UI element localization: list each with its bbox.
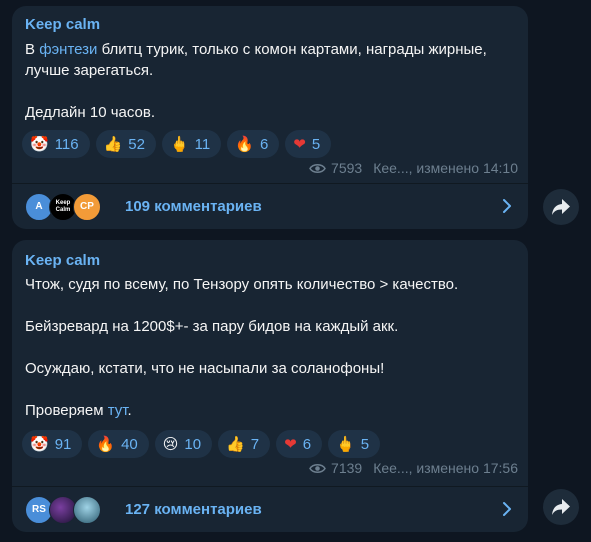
paragraph: Бейзревард на 1200$+- за пару бидов на к… (25, 318, 399, 335)
thumbs-up-emoji: 👍 (226, 434, 245, 453)
channel-post-2: Keep calm Чтож, судя по всему, по Тензор… (12, 240, 528, 532)
post-signature: Кее..., изменено 14:10 (373, 160, 518, 176)
channel-post-1: Keep calm В фэнтези блитц турик, только … (12, 6, 528, 229)
share-button[interactable] (543, 189, 579, 225)
reaction-clown[interactable]: 🤡 116 (22, 130, 90, 158)
avatar: CP (73, 192, 101, 221)
middle-finger-emoji: 🖕 (169, 134, 189, 153)
share-arrow-icon (552, 499, 570, 515)
comments-count: 127 комментариев (125, 501, 262, 518)
comments-button[interactable]: RS 127 комментариев (12, 487, 528, 532)
reaction-thumbs-up[interactable]: 👍 7 (218, 430, 271, 458)
chevron-right-icon (503, 502, 511, 516)
fire-emoji: 🔥 (235, 134, 254, 153)
reaction-heart[interactable]: ❤ 6 (276, 430, 323, 458)
clown-emoji: 🤡 (30, 434, 49, 453)
views-count: 7593 (331, 160, 363, 176)
thumbs-up-emoji: 👍 (103, 134, 123, 153)
reaction-middle-finger[interactable]: 🖕 5 (328, 430, 381, 458)
crying-emoji: 😢 (162, 434, 179, 453)
reactions-bar: 🤡 91 🔥 40 😢 10 👍 7 ❤ 6 🖕 5 (22, 430, 381, 458)
chevron-right-icon (503, 199, 511, 213)
reaction-clown[interactable]: 🤡 91 (22, 430, 83, 458)
post-meta: 7139 Кее..., изменено 17:56 (309, 460, 518, 476)
post-author[interactable]: Keep calm (25, 16, 100, 33)
paragraph: Осуждаю, кстати, что не насыпали за сола… (25, 360, 385, 377)
reaction-fire[interactable]: 🔥 6 (227, 130, 280, 158)
reaction-fire[interactable]: 🔥 40 (88, 430, 149, 458)
check-link[interactable]: тут (108, 402, 128, 419)
post-text: В фэнтези блитц турик, только с комон ка… (25, 39, 515, 123)
commenter-avatars: A Keep Calm CP (25, 192, 105, 221)
hashtag-link[interactable]: фэнтези (39, 41, 97, 58)
eye-icon (309, 163, 326, 173)
deadline-text: Дедлайн 10 часов. (25, 104, 156, 121)
views-count: 7139 (331, 460, 363, 476)
post-meta: 7593 Кее..., изменено 14:10 (309, 160, 518, 176)
commenter-avatars: RS (25, 495, 105, 524)
clown-emoji: 🤡 (30, 134, 49, 153)
avatar (73, 495, 101, 524)
reaction-middle-finger[interactable]: 🖕 11 (161, 130, 222, 158)
reaction-heart[interactable]: ❤ 5 (285, 130, 332, 158)
eye-icon (309, 463, 326, 473)
reactions-bar: 🤡 116 👍 52 🖕 11 🔥 6 ❤ 5 (22, 130, 332, 158)
heart-emoji: ❤ (293, 134, 306, 153)
fire-emoji: 🔥 (96, 434, 116, 453)
comments-count: 109 комментариев (125, 198, 262, 215)
share-arrow-icon (552, 199, 570, 215)
middle-finger-emoji: 🖕 (336, 434, 355, 453)
reaction-thumbs-up[interactable]: 👍 52 (95, 130, 156, 158)
post-signature: Кее..., изменено 17:56 (373, 460, 518, 476)
paragraph: Проверяем тут. (25, 402, 132, 419)
comments-button[interactable]: A Keep Calm CP 109 комментариев (12, 184, 528, 229)
reaction-crying[interactable]: 😢 10 (154, 430, 213, 458)
post-author[interactable]: Keep calm (25, 252, 100, 269)
paragraph: Чтож, судя по всему, по Тензору опять ко… (25, 276, 459, 293)
share-button[interactable] (543, 489, 579, 525)
heart-emoji: ❤ (284, 434, 297, 453)
post-text: Чтож, судя по всему, по Тензору опять ко… (25, 274, 515, 421)
